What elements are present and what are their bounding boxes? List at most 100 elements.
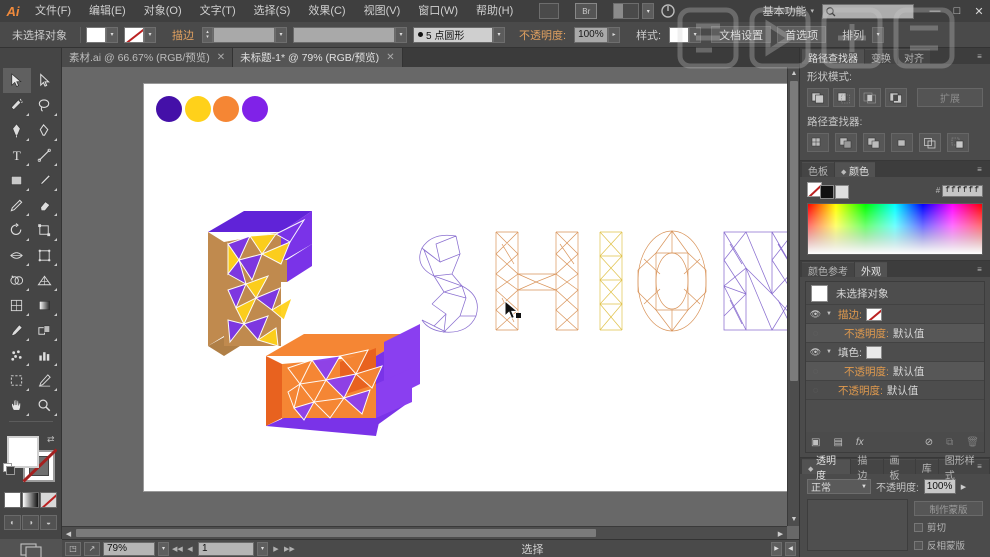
trim-button[interactable] — [835, 133, 857, 152]
magic-wand-tool[interactable] — [3, 93, 31, 118]
chevron-down-icon[interactable]: ▼ — [861, 484, 867, 490]
maximize-button[interactable]: □ — [946, 0, 968, 22]
graphic-style-swatch[interactable] — [669, 26, 690, 43]
slice-tool[interactable] — [31, 368, 59, 393]
color-mode-button[interactable] — [4, 492, 21, 508]
zoom-level-field[interactable]: 79% — [103, 541, 155, 556]
artboard[interactable] — [144, 84, 789, 491]
search-input[interactable] — [822, 3, 914, 19]
tab-swatches[interactable]: 色板 — [802, 162, 834, 178]
menu-type[interactable]: 文字(T) — [191, 0, 245, 22]
default-fill-stroke-icon[interactable] — [2, 463, 16, 476]
workspace-switcher[interactable]: 基本功能 — [758, 3, 810, 19]
scroll-up-icon[interactable]: ▲ — [788, 67, 799, 80]
tab-align[interactable]: 对齐 — [898, 49, 930, 65]
tab-appearance[interactable]: 外观 — [855, 262, 887, 278]
pencil-tool[interactable] — [3, 193, 31, 218]
scroll-left-icon[interactable]: ◀ — [62, 527, 75, 539]
brush-definition-field[interactable]: 5 点圆形 — [413, 26, 493, 43]
vertical-scroll-thumb[interactable] — [790, 81, 798, 381]
panel-menu-icon[interactable]: ≡ — [973, 51, 986, 61]
close-button[interactable]: ✕ — [968, 0, 990, 22]
exclude-button[interactable] — [885, 88, 907, 107]
workspace-caret-icon[interactable]: ▾ — [810, 7, 814, 15]
menu-file[interactable]: 文件(F) — [26, 0, 80, 22]
blend-tool[interactable] — [31, 318, 59, 343]
draw-inside-button[interactable]: ◒ — [40, 515, 57, 530]
canvas-vertical-scrollbar[interactable]: ▲ ▼ — [787, 67, 799, 526]
direct-selection-tool[interactable] — [31, 68, 59, 93]
type-tool[interactable]: T — [3, 143, 31, 168]
draw-normal-button[interactable]: ◐ — [4, 515, 21, 530]
tab-artboard[interactable]: 画板 — [883, 456, 915, 482]
stroke-row-swatch[interactable] — [865, 307, 882, 321]
none-mode-button[interactable] — [40, 492, 57, 508]
preferences-button[interactable]: 首选项 — [777, 26, 827, 43]
stroke-caret-icon[interactable]: ▾ — [144, 26, 156, 43]
duplicate-item-icon[interactable]: ⧉ — [946, 437, 953, 448]
appearance-row-fill-opacity[interactable]: ◌ 不透明度: 默认值 — [806, 362, 984, 381]
canvas-area[interactable]: ▲ ▼ ◀ ▶ — [62, 67, 799, 539]
outline-button[interactable] — [919, 133, 941, 152]
variable-width-profile-field[interactable] — [293, 26, 395, 43]
add-new-effect-icon[interactable]: fx — [856, 437, 864, 448]
tab-color[interactable]: ◆ 颜色 — [835, 162, 875, 178]
stroke-weight-caret-icon[interactable]: ▾ — [275, 26, 287, 43]
delete-item-icon[interactable]: 🗑 — [966, 437, 979, 448]
add-new-fill-icon[interactable]: ▤ — [833, 437, 842, 448]
tab-color-guide[interactable]: 颜色参考 — [802, 262, 854, 278]
black-swatch[interactable] — [820, 185, 834, 199]
minus-front-button[interactable] — [833, 88, 855, 107]
divide-button[interactable] — [807, 133, 829, 152]
tab-library[interactable]: 库 — [915, 459, 938, 475]
appearance-row-stroke-opacity[interactable]: ◌ 不透明度: 默认值 — [806, 324, 984, 343]
scroll-down-icon[interactable]: ▼ — [788, 513, 799, 526]
eye-off-icon[interactable]: ◌ — [809, 385, 822, 395]
last-artboard-button[interactable]: ▶▶ — [284, 545, 295, 553]
eye-icon[interactable]: 👁 — [809, 347, 822, 358]
panel-menu-icon[interactable]: ≡ — [973, 164, 986, 174]
object-thumbnail[interactable] — [807, 499, 908, 551]
curvature-tool[interactable] — [31, 118, 59, 143]
merge-button[interactable] — [863, 133, 885, 152]
zoom-caret-icon[interactable]: ▾ — [158, 541, 169, 556]
artboard-caret-icon[interactable]: ▾ — [257, 541, 268, 556]
horizontal-scroll-thumb[interactable] — [76, 529, 596, 537]
eye-off-icon[interactable]: ◌ — [809, 328, 822, 338]
width-tool[interactable] — [3, 243, 31, 268]
next-artboard-button[interactable]: ▶ — [271, 545, 281, 553]
pen-tool[interactable] — [3, 118, 31, 143]
fill-swatch[interactable] — [86, 26, 106, 43]
panel-menu-icon[interactable]: ≡ — [973, 264, 986, 274]
eraser-tool[interactable] — [31, 193, 59, 218]
opacity-stepper-icon[interactable]: ▶ — [961, 483, 966, 491]
swap-fill-stroke-icon[interactable]: ⇄ — [47, 434, 55, 445]
bridge-icon[interactable]: Br — [575, 3, 598, 19]
opacity-caret-icon[interactable]: ▸ — [608, 26, 621, 43]
chevron-down-icon[interactable]: ▼ — [826, 311, 834, 317]
rectangle-tool[interactable] — [3, 168, 31, 193]
make-mask-button[interactable]: 制作蒙版 — [914, 501, 983, 516]
fill-caret-icon[interactable]: ▾ — [106, 26, 118, 43]
eyedropper-tool[interactable] — [3, 318, 31, 343]
shape-builder-tool[interactable] — [3, 268, 31, 293]
menu-select[interactable]: 选择(S) — [245, 0, 300, 22]
gradient-mode-button[interactable] — [22, 492, 39, 508]
change-screen-mode-button[interactable] — [3, 539, 59, 557]
sync-settings-icon[interactable] — [658, 2, 678, 20]
opacity-field[interactable]: 100% — [574, 26, 609, 43]
stock-icon[interactable] — [539, 3, 560, 19]
tab-transparency[interactable]: ◆ 透明度 — [802, 456, 851, 482]
cc-libraries-icon[interactable]: ◳ — [65, 541, 81, 556]
panel-menu-icon[interactable]: ≡ — [973, 461, 986, 471]
checkbox-icon[interactable] — [914, 540, 923, 550]
invert-mask-checkbox[interactable]: 反相蒙版 — [914, 538, 983, 552]
chevron-down-icon[interactable]: ▼ — [826, 349, 834, 355]
fill-row-swatch[interactable] — [865, 345, 882, 359]
prev-artboard-button[interactable]: ◀ — [185, 545, 195, 553]
stroke-weight-stepper[interactable]: ▴ ▾ — [202, 26, 213, 43]
crop-button[interactable] — [891, 133, 913, 152]
arrange-more-caret-icon[interactable]: ▾ — [872, 26, 885, 43]
eye-off-icon[interactable]: ◌ — [809, 366, 822, 376]
stroke-swatch[interactable] — [124, 26, 144, 43]
